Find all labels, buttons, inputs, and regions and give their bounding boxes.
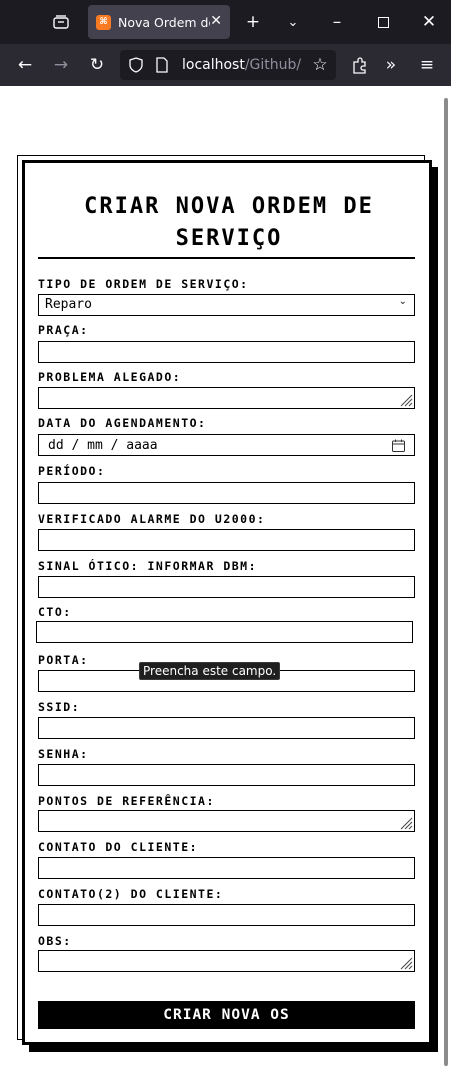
porta-label: PORTA: <box>38 653 89 667</box>
ssid-label: SSID: <box>38 700 81 714</box>
alarme-input[interactable] <box>38 529 415 551</box>
praca-input[interactable] <box>38 341 415 363</box>
browser-tab[interactable]: ⌘ Nova Ordem de ✕ <box>88 5 230 39</box>
browser-tab-bar: ⌘ Nova Ordem de ✕ + ⌄ – ✕ <box>0 0 451 44</box>
contato1-input[interactable] <box>38 857 415 879</box>
chevron-down-icon: ⌄ <box>398 296 407 307</box>
resize-grip-icon[interactable] <box>399 393 413 407</box>
resize-grip-icon[interactable] <box>399 816 413 830</box>
data-agendamento-input[interactable]: dd / mm / aaaa <box>38 434 415 456</box>
periodo-input[interactable] <box>38 482 415 504</box>
window-close-icon[interactable]: ✕ <box>418 0 440 44</box>
sinal-label: SINAL ÓTICO: INFORMAR DBM: <box>38 559 258 573</box>
forward-icon[interactable]: → <box>50 44 72 86</box>
obs-textarea[interactable] <box>38 950 415 972</box>
alarme-label: VERIFICADO ALARME DO U2000: <box>38 512 266 526</box>
chevron-down-icon[interactable]: ⌄ <box>282 0 304 44</box>
menu-icon[interactable]: ≡ <box>416 44 438 86</box>
tipo-label: TIPO DE ORDEM DE SERVIÇO: <box>38 277 249 291</box>
cto-input[interactable] <box>36 621 413 643</box>
url-text[interactable]: localhost/Github/O.. <box>182 57 302 73</box>
senha-label: SENHA: <box>38 747 89 761</box>
close-icon[interactable]: ✕ <box>210 13 222 29</box>
title-divider <box>38 257 415 259</box>
tipo-select[interactable]: Reparo ⌄ <box>38 294 415 316</box>
bookmark-star-icon[interactable]: ☆ <box>309 44 331 86</box>
criar-os-button[interactable]: CRIAR NOVA OS <box>38 1001 415 1029</box>
page-title: CRIAR NOVA ORDEM DE SERVIÇO <box>84 194 374 251</box>
overflow-icon[interactable]: » <box>380 44 402 86</box>
new-tab-icon[interactable]: + <box>242 0 264 44</box>
tipo-selected-value: Reparo <box>45 297 92 312</box>
resize-grip-icon[interactable] <box>399 956 413 970</box>
contato1-label: CONTATO DO CLIENTE: <box>38 840 199 854</box>
url-path: /Github/O.. <box>244 57 302 73</box>
problema-label: PROBLEMA ALEGADO: <box>38 370 182 384</box>
minimize-icon[interactable]: – <box>326 0 348 44</box>
calendar-icon[interactable] <box>392 439 405 452</box>
contato2-label: CONTATO(2) DO CLIENTE: <box>38 887 224 901</box>
senha-input[interactable] <box>38 764 415 786</box>
page-scrollbar[interactable] <box>444 98 448 1066</box>
reload-icon[interactable]: ↻ <box>86 44 108 86</box>
browser-nav-bar: ← → ↻ localhost/Github/O.. ☆ » ≡ <box>0 44 451 86</box>
praca-label: PRAÇA: <box>38 323 89 337</box>
tab-title: Nova Ordem de <box>118 14 210 30</box>
url-host: localhost <box>182 57 245 73</box>
extensions-icon[interactable] <box>348 44 370 86</box>
maximize-icon[interactable] <box>372 0 394 44</box>
data-label: DATA DO AGENDAMENTO: <box>38 416 207 430</box>
shield-icon[interactable] <box>129 57 143 77</box>
service-order-form: CRIAR NOVA ORDEM DE SERVIÇO TIPO DE ORDE… <box>22 160 432 1045</box>
sinal-input[interactable] <box>38 576 415 598</box>
site-favicon: ⌘ <box>96 14 111 30</box>
obs-label: OBS: <box>38 934 72 948</box>
contato2-input[interactable] <box>38 904 415 926</box>
back-icon[interactable]: ← <box>14 44 36 86</box>
tab-list-icon[interactable] <box>46 8 76 36</box>
pontos-label: PONTOS DE REFERÊNCIA: <box>38 794 215 808</box>
problema-textarea[interactable] <box>38 387 415 409</box>
page-icon[interactable] <box>156 57 168 77</box>
cto-label: CTO: <box>38 605 72 619</box>
validation-tooltip: Preencha este campo. <box>139 662 281 680</box>
ssid-input[interactable] <box>38 717 415 739</box>
pontos-textarea[interactable] <box>38 810 415 832</box>
url-bar[interactable]: localhost/Github/O.. <box>120 50 336 80</box>
periodo-label: PERÍODO: <box>38 464 106 478</box>
date-placeholder: dd / mm / aaaa <box>48 438 158 453</box>
